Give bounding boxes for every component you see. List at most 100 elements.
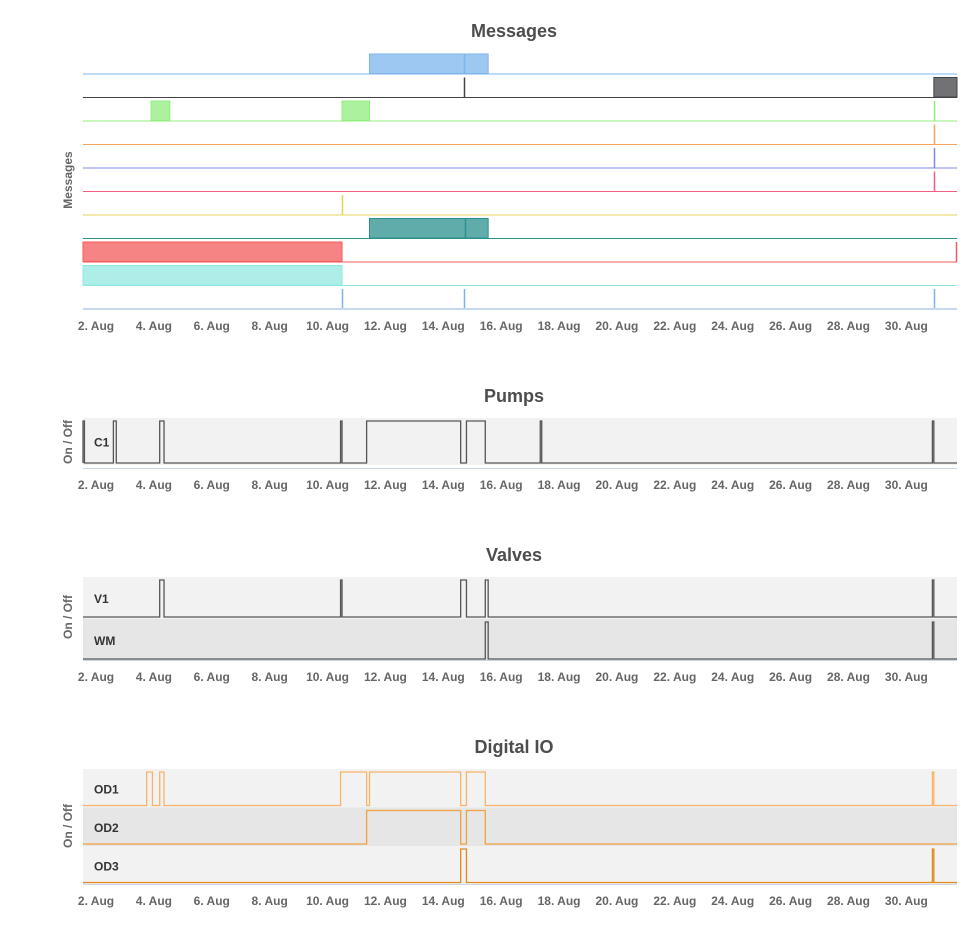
series-label: C1	[94, 436, 110, 450]
x-tick-label: 16. Aug	[480, 894, 523, 908]
x-tick-label: 16. Aug	[480, 319, 523, 333]
series-label: OD2	[94, 821, 119, 835]
x-tick-label: 22. Aug	[653, 319, 696, 333]
message-series-2	[83, 100, 957, 122]
message-series-1	[83, 77, 958, 98]
chart-title: Messages	[471, 21, 557, 41]
charts-canvas: Messages Messages 2. Aug 4. Aug 6. Aug 8. Aug…	[61, 21, 958, 908]
x-tick-label: 2. Aug	[78, 894, 114, 908]
x-tick-label: 26. Aug	[769, 478, 812, 492]
chart-title: Pumps	[484, 386, 544, 406]
x-tick-label: 4. Aug	[136, 670, 172, 684]
chart-0: Messages Messages 2. Aug 4. Aug 6. Aug 8. Aug…	[61, 21, 958, 333]
x-tick-label: 28. Aug	[827, 319, 870, 333]
x-tick-label: 16. Aug	[480, 478, 523, 492]
series-c1: C1	[82, 418, 957, 465]
message-segment[interactable]	[82, 241, 343, 262]
series-band	[83, 619, 957, 661]
x-tick-label: 28. Aug	[827, 670, 870, 684]
series-od3: OD3	[83, 846, 957, 885]
x-tick-label: 4. Aug	[136, 894, 172, 908]
x-tick-label: 18. Aug	[538, 894, 581, 908]
x-tick-label: 2. Aug	[78, 670, 114, 684]
x-tick-label: 28. Aug	[827, 478, 870, 492]
x-tick-label: 26. Aug	[769, 319, 812, 333]
x-tick-label: 20. Aug	[595, 478, 638, 492]
series-od2: OD2	[83, 807, 957, 846]
x-tick-label: 14. Aug	[422, 670, 465, 684]
chart-2: Valves On / Off V1 WM 2. Aug 4. Aug 6. Aug 8. A…	[61, 545, 957, 684]
message-series-8	[82, 241, 958, 263]
x-tick-label: 30. Aug	[885, 670, 928, 684]
y-axis-label: On / Off	[61, 594, 75, 639]
y-axis-label: On / Off	[61, 803, 75, 848]
y-axis-label: Messages	[61, 151, 75, 209]
message-series-9	[82, 265, 957, 286]
x-tick-label: 24. Aug	[711, 319, 754, 333]
message-series-5	[83, 171, 957, 192]
x-tick-label: 8. Aug	[252, 478, 288, 492]
x-axis-ticks: 2. Aug 4. Aug 6. Aug 8. Aug 10. Aug 12. Aug 14…	[78, 478, 928, 492]
series-od1: OD1	[83, 769, 957, 808]
x-tick-label: 24. Aug	[711, 670, 754, 684]
x-tick-label: 18. Aug	[538, 319, 581, 333]
message-segment[interactable]	[82, 265, 343, 286]
series-label: WM	[94, 634, 115, 648]
x-tick-label: 22. Aug	[653, 894, 696, 908]
x-tick-label: 10. Aug	[306, 894, 349, 908]
x-tick-label: 14. Aug	[422, 894, 465, 908]
x-tick-label: 28. Aug	[827, 894, 870, 908]
chart-3: Digital IO On / Off OD1 OD2 OD3 2. Aug 4. Aug 6…	[61, 737, 957, 908]
series-label: V1	[94, 592, 109, 606]
x-tick-label: 2. Aug	[78, 478, 114, 492]
x-tick-label: 20. Aug	[595, 670, 638, 684]
message-segment[interactable]	[369, 53, 489, 74]
x-tick-label: 20. Aug	[595, 319, 638, 333]
x-tick-label: 18. Aug	[538, 670, 581, 684]
x-tick-label: 4. Aug	[136, 319, 172, 333]
x-tick-label: 6. Aug	[194, 478, 230, 492]
x-tick-label: 30. Aug	[885, 319, 928, 333]
message-series-0	[83, 53, 957, 75]
dashboard: Messages Messages 2. Aug 4. Aug 6. Aug 8. Aug…	[0, 0, 967, 932]
message-segment[interactable]	[341, 100, 371, 121]
series-label: OD3	[94, 859, 119, 873]
x-tick-label: 24. Aug	[711, 894, 754, 908]
x-tick-label: 16. Aug	[480, 670, 523, 684]
message-segment[interactable]	[933, 77, 958, 98]
x-tick-label: 8. Aug	[252, 319, 288, 333]
message-segment[interactable]	[369, 218, 489, 239]
series-band	[83, 846, 957, 885]
x-tick-label: 22. Aug	[653, 670, 696, 684]
x-tick-label: 12. Aug	[364, 478, 407, 492]
x-tick-label: 10. Aug	[306, 670, 349, 684]
x-axis-ticks: 2. Aug 4. Aug 6. Aug 8. Aug 10. Aug 12. Aug 14…	[78, 894, 928, 908]
message-series-3	[83, 124, 957, 145]
message-series-7	[83, 218, 957, 239]
chart-title: Valves	[486, 545, 542, 565]
x-tick-label: 12. Aug	[364, 670, 407, 684]
message-segment[interactable]	[150, 100, 171, 121]
x-tick-label: 26. Aug	[769, 894, 812, 908]
x-tick-label: 10. Aug	[306, 478, 349, 492]
y-axis-label: On / Off	[61, 419, 75, 464]
x-tick-label: 26. Aug	[769, 670, 812, 684]
x-tick-label: 12. Aug	[364, 319, 407, 333]
x-tick-label: 20. Aug	[595, 894, 638, 908]
series-label: OD1	[94, 782, 119, 796]
x-tick-label: 2. Aug	[78, 319, 114, 333]
message-series-10	[83, 289, 957, 310]
series-band	[83, 577, 957, 619]
chart-title: Digital IO	[474, 737, 553, 757]
x-tick-label: 24. Aug	[711, 478, 754, 492]
x-tick-label: 30. Aug	[885, 478, 928, 492]
series-band	[83, 807, 957, 846]
chart-1: Pumps On / Off C1 2. Aug 4. Aug 6. Aug 8. Aug 1…	[61, 386, 957, 492]
x-tick-label: 6. Aug	[194, 894, 230, 908]
x-tick-label: 4. Aug	[136, 478, 172, 492]
message-series-6	[83, 195, 957, 216]
x-tick-label: 8. Aug	[252, 894, 288, 908]
x-tick-label: 30. Aug	[885, 894, 928, 908]
x-tick-label: 8. Aug	[252, 670, 288, 684]
series-band	[83, 769, 957, 808]
